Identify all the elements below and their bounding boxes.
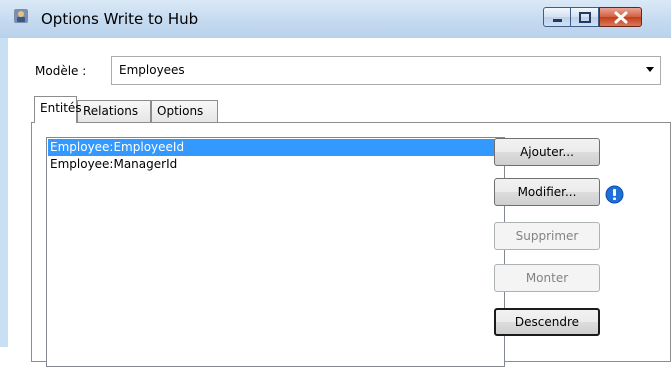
options-dialog-window: Options Write to Hub Modèle : Employees …	[0, 0, 671, 367]
maximize-icon	[579, 12, 591, 23]
add-button[interactable]: Ajouter...	[494, 138, 600, 166]
move-down-button[interactable]: Descendre	[494, 308, 600, 336]
entity-listbox[interactable]: Employee:EmployeeId Employee:ManagerId	[46, 137, 505, 367]
app-icon	[14, 9, 28, 23]
maximize-button[interactable]	[570, 7, 599, 27]
window-title: Options Write to Hub	[41, 10, 199, 28]
info-exclamation-icon	[605, 185, 624, 204]
delete-button[interactable]: Supprimer	[494, 222, 600, 250]
model-select[interactable]: Employees	[111, 56, 661, 85]
list-item[interactable]: Employee:ManagerId	[48, 156, 503, 173]
model-label: Modèle :	[35, 64, 87, 78]
dialog-client-area: Modèle : Employees Entités Relations Opt…	[8, 38, 671, 367]
tab-relations[interactable]: Relations	[77, 100, 151, 122]
minimize-button[interactable]	[543, 7, 571, 27]
list-item[interactable]: Employee:EmployeeId	[48, 139, 503, 156]
tab-entites[interactable]: Entités	[34, 96, 82, 123]
move-up-button[interactable]: Monter	[494, 264, 600, 292]
edit-button[interactable]: Modifier...	[494, 178, 600, 206]
minimize-icon	[553, 19, 562, 22]
close-button[interactable]	[599, 7, 642, 27]
close-icon	[614, 11, 628, 24]
model-select-value: Employees	[119, 63, 185, 77]
title-bar[interactable]: Options Write to Hub	[0, 0, 671, 38]
chevron-down-icon	[646, 67, 654, 72]
tab-options[interactable]: Options	[151, 100, 218, 122]
